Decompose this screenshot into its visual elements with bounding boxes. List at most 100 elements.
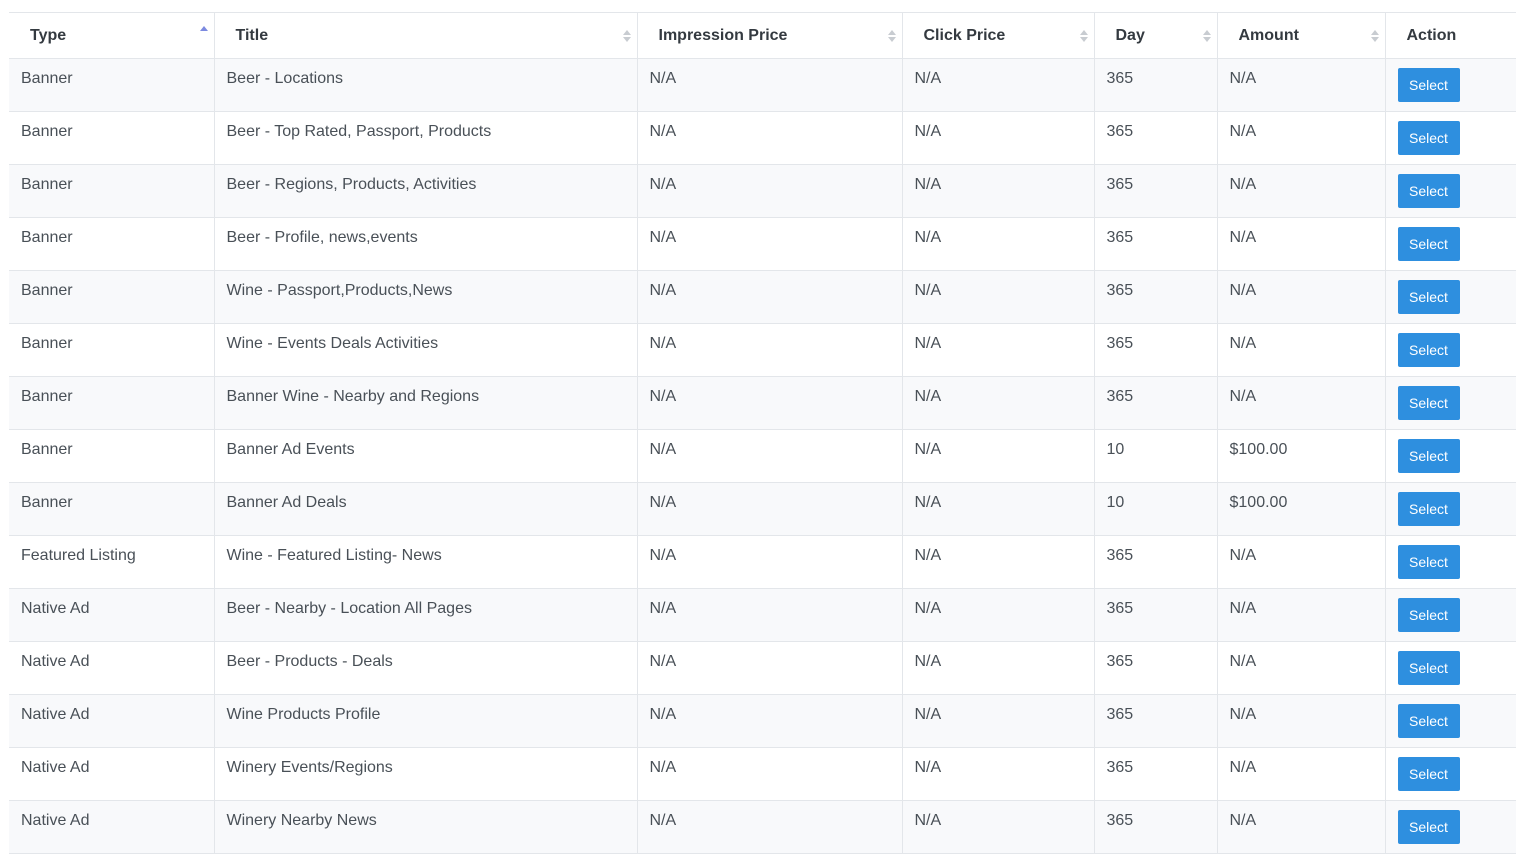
- ad-packages-table-wrapper: Type Title Impression Price Click Price …: [9, 12, 1516, 854]
- column-header-click-price[interactable]: Click Price: [902, 12, 1095, 59]
- select-button[interactable]: Select: [1397, 386, 1460, 420]
- cell-click-price: N/A: [902, 164, 1095, 218]
- sort-both-icon: [1202, 29, 1211, 43]
- cell-title: Winery Nearby News: [214, 800, 638, 854]
- cell-day: 10: [1094, 429, 1218, 483]
- cell-type: Banner: [9, 376, 215, 430]
- cell-amount: N/A: [1217, 641, 1386, 695]
- cell-title: Wine - Featured Listing- News: [214, 535, 638, 589]
- cell-click-price: N/A: [902, 588, 1095, 642]
- cell-title: Beer - Regions, Products, Activities: [214, 164, 638, 218]
- cell-impression-price: N/A: [637, 535, 903, 589]
- table-row: Banner Banner Wine - Nearby and Regions N/…: [9, 376, 1516, 430]
- cell-amount: N/A: [1217, 164, 1386, 218]
- column-header-title[interactable]: Title: [214, 12, 638, 59]
- select-button[interactable]: Select: [1397, 333, 1460, 367]
- cell-amount: N/A: [1217, 111, 1386, 165]
- cell-type: Banner: [9, 164, 215, 218]
- cell-day: 365: [1094, 270, 1218, 324]
- cell-impression-price: N/A: [637, 376, 903, 430]
- cell-click-price: N/A: [902, 429, 1095, 483]
- column-header-label: Action: [1406, 26, 1457, 44]
- cell-action: Select: [1385, 482, 1516, 536]
- cell-title: Beer - Locations: [214, 58, 638, 112]
- cell-day: 365: [1094, 111, 1218, 165]
- select-button[interactable]: Select: [1397, 598, 1460, 632]
- cell-action: Select: [1385, 270, 1516, 324]
- select-button[interactable]: Select: [1397, 545, 1460, 579]
- select-button[interactable]: Select: [1397, 174, 1460, 208]
- cell-action: Select: [1385, 164, 1516, 218]
- table-row: Banner Beer - Regions, Products, Activiti…: [9, 164, 1516, 218]
- table-row: Banner Beer - Locations N/A N/A 365 N/A Select: [9, 58, 1516, 112]
- cell-title: Beer - Products - Deals: [214, 641, 638, 695]
- cell-title: Banner Ad Deals: [214, 482, 638, 536]
- select-button[interactable]: Select: [1397, 492, 1460, 526]
- table-header: Type Title Impression Price Click Price …: [9, 12, 1516, 59]
- column-header-label: Day: [1115, 26, 1145, 44]
- cell-action: Select: [1385, 800, 1516, 854]
- column-header-type[interactable]: Type: [9, 12, 215, 59]
- table-row: Banner Beer - Top Rated, Passport, Produc…: [9, 111, 1516, 165]
- cell-action: Select: [1385, 429, 1516, 483]
- cell-action: Select: [1385, 58, 1516, 112]
- cell-impression-price: N/A: [637, 323, 903, 377]
- sort-both-icon: [1370, 29, 1379, 43]
- select-button[interactable]: Select: [1397, 704, 1460, 738]
- select-button[interactable]: Select: [1397, 280, 1460, 314]
- table-row: Banner Beer - Profile, news,events N/A N/A 3…: [9, 217, 1516, 271]
- select-button[interactable]: Select: [1397, 810, 1460, 844]
- column-header-amount[interactable]: Amount: [1217, 12, 1386, 59]
- column-header-label: Amount: [1238, 26, 1299, 44]
- sort-both-icon: [887, 29, 896, 43]
- cell-type: Native Ad: [9, 800, 215, 854]
- table-row: Banner Banner Ad Deals N/A N/A 10 $100.00 Sele…: [9, 482, 1516, 536]
- cell-type: Banner: [9, 429, 215, 483]
- select-button[interactable]: Select: [1397, 651, 1460, 685]
- select-button[interactable]: Select: [1397, 757, 1460, 791]
- cell-action: Select: [1385, 535, 1516, 589]
- cell-amount: N/A: [1217, 800, 1386, 854]
- select-button[interactable]: Select: [1397, 227, 1460, 261]
- column-header-impression-price[interactable]: Impression Price: [637, 12, 903, 59]
- table-row: Banner Banner Ad Events N/A N/A 10 $100.00 Sel…: [9, 429, 1516, 483]
- table-row: Featured Listing Wine - Featured Listing-…: [9, 535, 1516, 589]
- select-button[interactable]: Select: [1397, 121, 1460, 155]
- table-row: Native Ad Beer - Products - Deals N/A N/A 36…: [9, 641, 1516, 695]
- cell-day: 365: [1094, 747, 1218, 801]
- cell-title: Wine - Events Deals Activities: [214, 323, 638, 377]
- cell-title: Wine - Passport,Products,News: [214, 270, 638, 324]
- cell-day: 10: [1094, 482, 1218, 536]
- cell-click-price: N/A: [902, 111, 1095, 165]
- select-button[interactable]: Select: [1397, 68, 1460, 102]
- select-button[interactable]: Select: [1397, 439, 1460, 473]
- column-header-label: Title: [235, 26, 269, 44]
- column-header-day[interactable]: Day: [1094, 12, 1218, 59]
- cell-amount: N/A: [1217, 535, 1386, 589]
- cell-impression-price: N/A: [637, 641, 903, 695]
- cell-amount: N/A: [1217, 58, 1386, 112]
- sort-both-icon: [1079, 29, 1088, 43]
- cell-impression-price: N/A: [637, 800, 903, 854]
- cell-click-price: N/A: [902, 323, 1095, 377]
- cell-day: 365: [1094, 535, 1218, 589]
- column-header-action: Action: [1385, 12, 1516, 59]
- cell-click-price: N/A: [902, 747, 1095, 801]
- cell-impression-price: N/A: [637, 164, 903, 218]
- cell-click-price: N/A: [902, 58, 1095, 112]
- cell-click-price: N/A: [902, 535, 1095, 589]
- cell-title: Banner Wine - Nearby and Regions: [214, 376, 638, 430]
- cell-type: Featured Listing: [9, 535, 215, 589]
- cell-day: 365: [1094, 641, 1218, 695]
- cell-click-price: N/A: [902, 800, 1095, 854]
- cell-day: 365: [1094, 376, 1218, 430]
- cell-title: Beer - Nearby - Location All Pages: [214, 588, 638, 642]
- cell-title: Beer - Profile, news,events: [214, 217, 638, 271]
- cell-impression-price: N/A: [637, 588, 903, 642]
- cell-type: Banner: [9, 270, 215, 324]
- cell-impression-price: N/A: [637, 111, 903, 165]
- cell-impression-price: N/A: [637, 694, 903, 748]
- cell-impression-price: N/A: [637, 58, 903, 112]
- cell-action: Select: [1385, 111, 1516, 165]
- cell-amount: N/A: [1217, 694, 1386, 748]
